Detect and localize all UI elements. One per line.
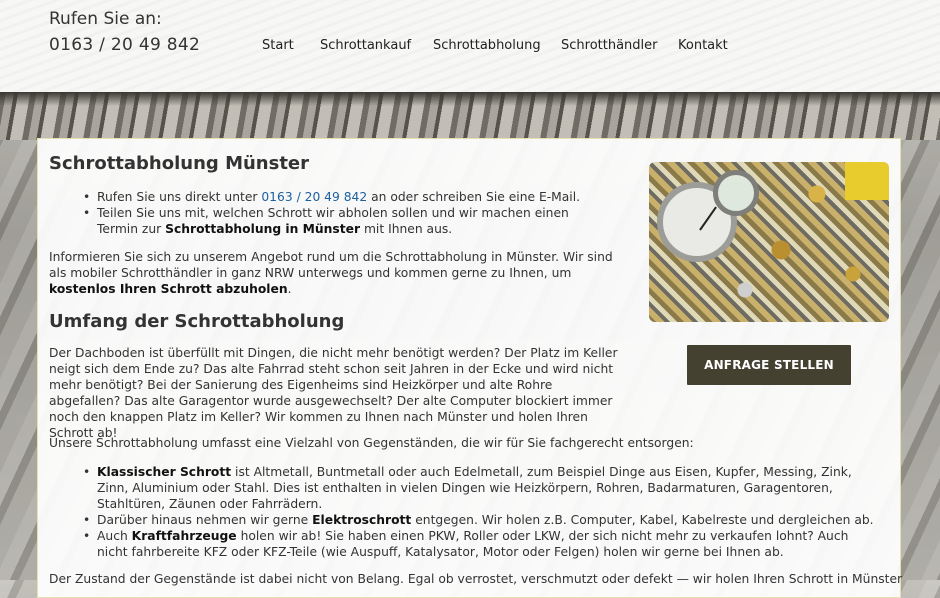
list-item: Darüber hinaus nehmen wir gerne Elektros… xyxy=(49,512,879,528)
list-item: Teilen Sie uns mit, welchen Schrott wir … xyxy=(49,205,609,237)
nav-item-start[interactable]: Start xyxy=(262,38,294,53)
anfrage-stellen-button[interactable]: ANFRAGE STELLEN xyxy=(687,345,851,385)
nav-item-schrottabholung[interactable]: Schrottabholung xyxy=(433,38,541,53)
closing-paragraph: Der Zustand der Gegenstände ist dabei ni… xyxy=(49,572,903,586)
items-intro: Unsere Schrottabholung umfasst eine Viel… xyxy=(49,436,694,450)
section-title: Umfang der Schrottabholung xyxy=(49,311,345,332)
site-header: Rufen Sie an: 0163 / 20 49 842 Start Sch… xyxy=(0,0,940,92)
nav-item-schrotthaendler[interactable]: Schrotthändler xyxy=(561,38,658,53)
nav-item-schrottankauf[interactable]: Schrottankauf xyxy=(320,38,411,53)
phone-label: Rufen Sie an: xyxy=(49,9,162,29)
list-item: Auch Kraftfahrzeuge holen wir ab! Sie ha… xyxy=(49,528,879,560)
phone-link[interactable]: 0163 / 20 49 842 xyxy=(261,190,367,204)
section-paragraph: Der Dachboden ist überfüllt mit Dingen, … xyxy=(49,346,618,440)
list-item: Rufen Sie uns direkt unter 0163 / 20 49 … xyxy=(49,189,609,205)
items-list: Klassischer Schrott ist Altmetall, Buntm… xyxy=(49,464,879,560)
intro-paragraph: Informieren Sie sich zu unserem Angebot … xyxy=(49,250,613,296)
phone-number[interactable]: 0163 / 20 49 842 xyxy=(49,35,200,55)
scrap-metal-photo xyxy=(649,162,889,322)
hero-background-strip xyxy=(0,92,940,140)
nav-item-kontakt[interactable]: Kontakt xyxy=(678,38,728,53)
intro-list: Rufen Sie uns direkt unter 0163 / 20 49 … xyxy=(49,189,609,237)
list-item: Klassischer Schrott ist Altmetall, Buntm… xyxy=(49,464,879,512)
page-title: Schrottabholung Münster xyxy=(49,153,310,174)
small-gauge-icon xyxy=(713,170,759,216)
